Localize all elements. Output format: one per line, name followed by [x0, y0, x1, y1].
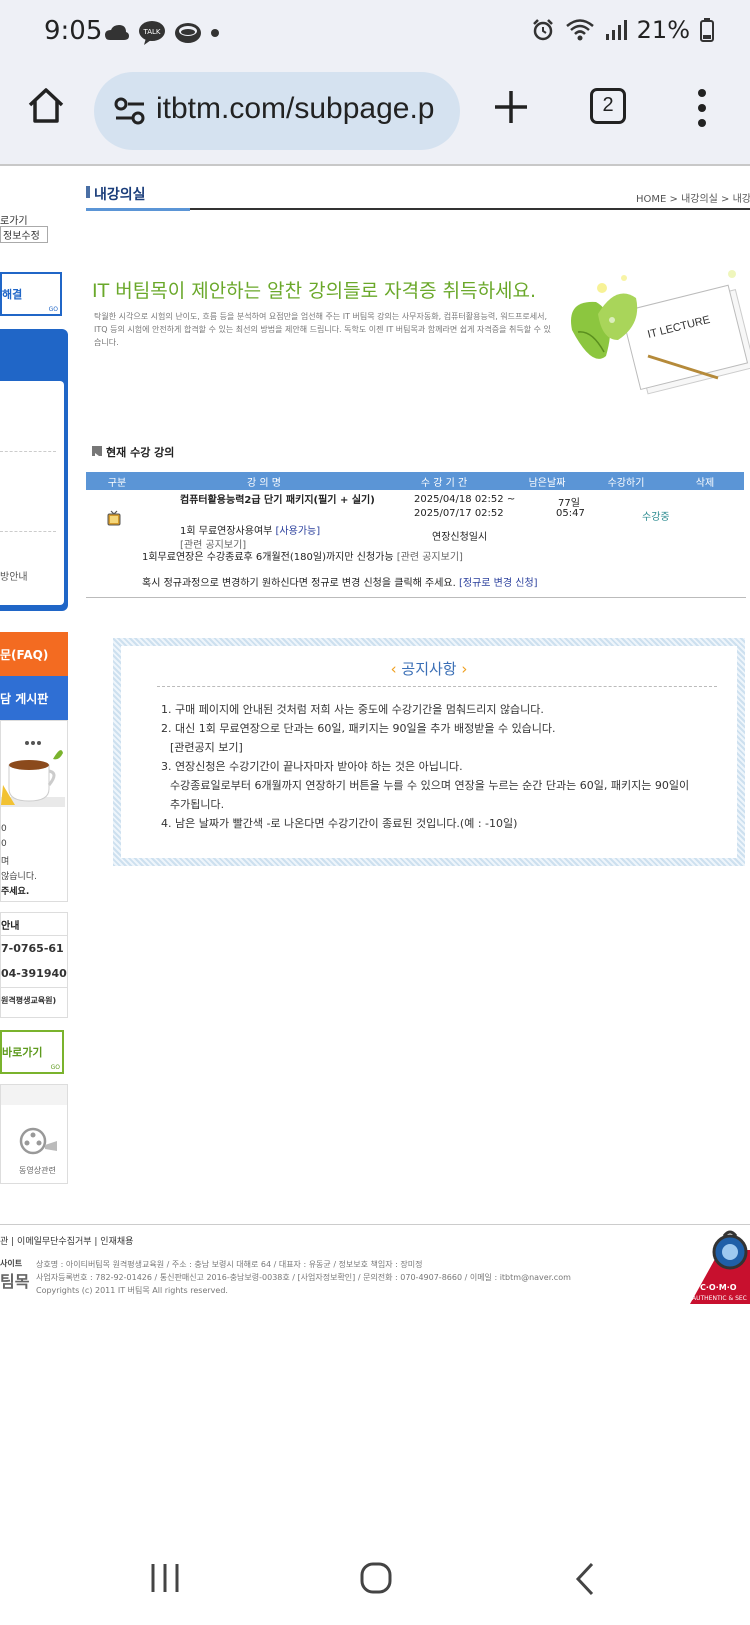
recent-apps-icon: [151, 1564, 179, 1592]
sidebar-login-panel: 방안내: [0, 329, 68, 611]
remaining-time: 05:47: [556, 508, 585, 519]
sidebar-faq-button[interactable]: 문(FAQ): [0, 632, 68, 676]
sidebar-banner-shortcut[interactable]: 바로가기 GO: [0, 1030, 64, 1074]
intro-text: 탁월한 시각으로 시험의 난이도, 흐름 등을 분석하여 요점만을 엄선해 주는…: [94, 312, 551, 347]
footer-copyright: Copyrights (c) 2011 IT 버팀목 All rights re…: [36, 1286, 228, 1295]
site-settings-icon: [114, 97, 145, 125]
back-chevron-icon: [575, 1562, 594, 1596]
status-time: 9:05: [44, 16, 103, 46]
tab-count: 2: [602, 94, 614, 116]
chat-app-icon: [175, 23, 201, 43]
notice-list: 1. 구매 페이지에 안내된 것처럼 저희 사는 중도에 수강기간을 멈춰드리지…: [161, 700, 721, 833]
extension-apply-date: 연장신청일시: [432, 532, 488, 543]
col-delete: 삭제: [666, 472, 744, 490]
home-icon: [28, 88, 64, 123]
notice-item: 3. 연장신청은 수강기간이 끝나자마자 받아야 하는 것은 아닙니다.: [161, 760, 463, 773]
comodo-badge[interactable]: C·O·M·O AUTHENTIC & SEC: [680, 1230, 750, 1304]
browser-toolbar: itbtm.com/subpage.p 2: [0, 68, 750, 164]
remaining-days: 77일: [558, 498, 580, 509]
lecture-illustration: IT LECTURE: [571, 270, 750, 395]
breadcrumb: HOME > 내강의실 > 내강: [636, 194, 750, 205]
home-button[interactable]: [26, 86, 66, 126]
notice-item: 1. 구매 페이지에 안내된 것처럼 저희 사는 중도에 수강기간을 멈춰드리지…: [161, 703, 544, 716]
svg-text:TALK: TALK: [142, 28, 160, 36]
signal-icon: [605, 20, 627, 40]
notice-item: 추가됩니다.: [170, 798, 225, 811]
notice-item: 수강종료일로부터 6개월까지 연장하기 버튼을 누를 수 있으며 연장을 누르는…: [170, 779, 690, 792]
battery-percent: 21%: [636, 16, 690, 44]
footer-links[interactable]: 관 | 이메일무단수집거부 | 인재채용: [0, 1234, 133, 1247]
col-name: 강 의 명: [148, 472, 380, 490]
contact-phone-2: 04-391940: [1, 967, 67, 980]
plus-icon: [495, 91, 527, 123]
footer-company-info: 상호명 : 아이티버팀목 원격평생교육원 / 주소 : 충남 보령시 대해로 6…: [36, 1260, 423, 1269]
sidebar-item-guide[interactable]: 방안내: [0, 568, 28, 583]
notice-box: ‹ 공지사항 › 1. 구매 페이지에 안내된 것처럼 저희 사는 중도에 수강…: [113, 638, 745, 866]
notice-link[interactable]: [관련공지 보기]: [161, 738, 721, 757]
talk-icon: TALK: [139, 21, 165, 45]
comodo-sub: AUTHENTIC & SEC: [692, 1295, 747, 1302]
regular-change-note: 혹시 정규과정으로 변경하기 원하신다면 정규로 변경 신청을 클릭해 주세요.: [142, 578, 456, 589]
period-end: 2025/07/17 02:52: [414, 508, 504, 519]
col-type: 구분: [86, 472, 148, 490]
url-text: itbtm.com/subpage.p: [156, 92, 435, 125]
recent-apps-button[interactable]: [150, 1562, 180, 1594]
home-circle-icon: [360, 1562, 392, 1594]
footer-brand: 팀목: [0, 1272, 30, 1291]
film-reel-icon: [19, 1127, 57, 1155]
contact-phone-1: 7-0765-61: [1, 942, 64, 955]
free-extension-status: [사용가능]: [275, 526, 321, 537]
home-nav-button[interactable]: [360, 1562, 392, 1594]
regular-change-link[interactable]: [정규로 변경 신청]: [459, 578, 538, 589]
page-title: 내강의실: [94, 187, 146, 203]
left-sidebar: 로가기 정보수정 해결 GO 방안내 문(FAQ) 담 게시판 0 0 며 않습…: [0, 164, 70, 1224]
sidebar-contact-box: 안내 7-0765-61 04-391940 원격평생교육원): [0, 912, 68, 1018]
section-title: 현재 수강 강의: [106, 446, 175, 459]
course-name[interactable]: 컴퓨터활용능력2급 단기 패키지(필기 + 실기): [180, 494, 378, 507]
notice-title: ‹ 공지사항 ›: [390, 660, 468, 678]
extension-note-link[interactable]: [관련 공지보기]: [397, 552, 463, 563]
sidebar-info-box: 0 0 며 않습니다. 주세요.: [0, 720, 68, 902]
more-vertical-icon: [698, 89, 706, 127]
notice-item: 2. 대신 1회 무료연장으로 단과는 60일, 패키지는 90일을 추가 배정…: [161, 722, 556, 735]
new-tab-button[interactable]: [492, 88, 530, 126]
col-watch: 수강하기: [586, 472, 666, 490]
col-period: 수 강 기 간: [380, 472, 508, 490]
course-table: 구분 강 의 명 수 강 기 간 남은날짜 수강하기 삭제: [86, 472, 744, 490]
more-menu-button[interactable]: [692, 88, 712, 128]
headline: IT 버팀목이 제안하는 알찬 강의들로 자격증 취득하세요.: [92, 280, 537, 302]
tab-switcher-button[interactable]: 2: [590, 88, 626, 124]
comodo-seal-icon: C·O·M·O AUTHENTIC & SEC: [690, 1230, 750, 1304]
sidebar-video-box[interactable]: 동영상관련: [0, 1084, 68, 1184]
coffee-cup-icon: [1, 741, 65, 807]
status-bar: 9:05 TALK 21%: [0, 0, 750, 68]
notice-item: 4. 남은 날짜가 빨간색 -로 나온다면 수강기간이 종료된 것입니다.(예 …: [161, 817, 518, 830]
col-remaining: 남은날짜: [508, 472, 586, 490]
system-nav-bar: [0, 1534, 750, 1625]
comodo-label: C·O·M·O: [700, 1283, 737, 1292]
wifi-icon: [565, 19, 594, 41]
section-arrow-icon: [92, 446, 102, 459]
tv-icon: [107, 510, 121, 526]
cloud-icon: [105, 25, 129, 40]
address-bar[interactable]: itbtm.com/subpage.p: [94, 72, 460, 150]
period-start: 2025/04/18 02:52 ~: [414, 494, 516, 505]
back-nav-button[interactable]: [574, 1562, 598, 1596]
web-page: 로가기 정보수정 해결 GO 방안내 문(FAQ) 담 게시판 0 0 며 않습…: [0, 164, 750, 1534]
extension-note: 1회무료연장은 수강종료후 6개월전(180일)까지만 신청가능: [142, 552, 394, 563]
sidebar-board-button[interactable]: 담 게시판: [0, 676, 68, 720]
battery-icon: [700, 18, 714, 42]
sidebar-link-edit-info[interactable]: 정보수정: [0, 226, 48, 243]
footer-business-info: 사업자등록번호 : 782-92-01426 / 통신판매신고 2016-충남보…: [36, 1273, 571, 1282]
watch-status-link[interactable]: 수강중: [642, 508, 670, 523]
dot-icon: [211, 29, 219, 37]
alarm-icon: [532, 19, 553, 41]
sidebar-link-back[interactable]: 로가기: [0, 212, 28, 227]
sidebar-banner-solve[interactable]: 해결 GO: [0, 272, 62, 316]
